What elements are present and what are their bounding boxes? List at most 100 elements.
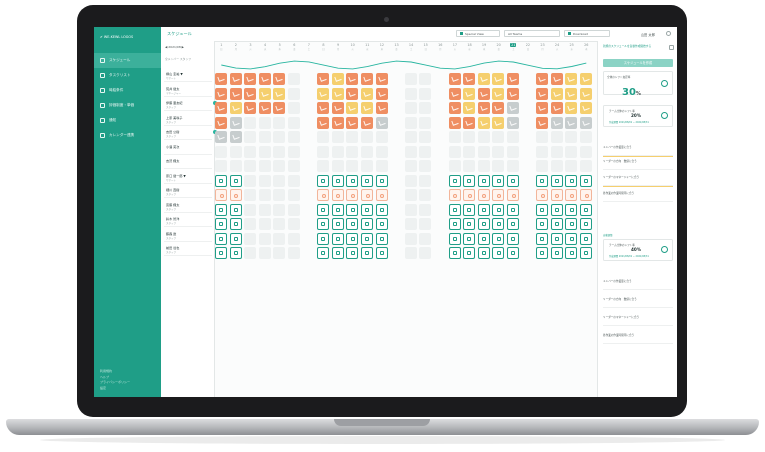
shift-cell[interactable] <box>419 145 432 158</box>
shift-cell[interactable] <box>565 87 578 100</box>
shift-cell[interactable] <box>463 174 476 187</box>
shift-cell[interactable] <box>448 203 461 216</box>
shift-cell[interactable] <box>375 116 388 129</box>
shift-cell[interactable] <box>317 247 330 259</box>
shift-cell[interactable] <box>361 174 373 187</box>
shift-cell[interactable] <box>346 160 359 172</box>
shift-cell[interactable] <box>346 87 359 100</box>
shift-cell[interactable] <box>463 218 476 230</box>
shift-cell[interactable] <box>346 102 359 114</box>
shift-cell[interactable] <box>331 189 344 201</box>
shift-cell[interactable] <box>229 218 242 230</box>
day-header[interactable]: 5木 <box>272 42 287 55</box>
shift-cell[interactable] <box>273 174 286 187</box>
shift-cell[interactable] <box>273 116 286 129</box>
shift-cell[interactable] <box>331 160 344 172</box>
shift-cell[interactable] <box>331 87 344 100</box>
shift-cell[interactable] <box>331 102 344 114</box>
shift-cell[interactable] <box>448 145 461 158</box>
shift-cell[interactable] <box>361 145 373 158</box>
shift-cell[interactable] <box>448 247 461 259</box>
shift-cell[interactable] <box>565 73 578 85</box>
shift-cell[interactable] <box>448 218 461 230</box>
refresh-icon[interactable] <box>661 112 668 119</box>
shift-cell[interactable] <box>229 203 242 216</box>
shift-cell[interactable] <box>536 87 549 100</box>
day-header[interactable]: 24 火 <box>550 42 565 55</box>
shift-cell[interactable] <box>375 247 388 259</box>
shift-cell[interactable] <box>419 160 432 172</box>
shift-cell[interactable] <box>404 218 417 230</box>
shift-cell[interactable] <box>492 145 505 158</box>
shift-cell[interactable] <box>244 189 257 201</box>
shift-cell[interactable] <box>288 102 300 114</box>
shift-cell[interactable] <box>215 189 227 201</box>
team-select[interactable]: All Teams <box>504 30 560 37</box>
person-row[interactable]: 吉田 公樹 スタッフ <box>164 127 217 140</box>
day-header[interactable]: 11 水 <box>360 42 375 55</box>
sidebar-item-schedule[interactable]: スケジュール <box>94 53 161 68</box>
shift-cell[interactable] <box>492 73 505 85</box>
person-row[interactable]: 前田 達也 スタッフ <box>164 243 212 256</box>
shift-cell[interactable] <box>317 102 330 114</box>
download-button[interactable]: Download <box>564 30 610 37</box>
shift-cell[interactable] <box>580 145 592 158</box>
shift-cell[interactable] <box>448 116 461 129</box>
shift-cell[interactable] <box>477 189 490 201</box>
shift-cell[interactable] <box>331 73 344 85</box>
day-header[interactable]: 7土 <box>302 42 317 55</box>
shift-cell[interactable] <box>375 189 388 201</box>
shift-cell[interactable] <box>288 131 300 143</box>
shift-cell[interactable] <box>463 131 476 143</box>
shift-cell[interactable] <box>477 73 490 85</box>
shift-cell[interactable] <box>580 160 592 172</box>
shift-cell[interactable] <box>361 232 373 245</box>
shift-cell[interactable] <box>492 102 505 114</box>
shift-cell[interactable] <box>258 160 271 172</box>
shift-cell[interactable] <box>375 174 388 187</box>
shift-cell[interactable] <box>419 203 432 216</box>
shift-cell[interactable] <box>477 145 490 158</box>
person-row[interactable]: 伊藤 亜友紀 スタッフ <box>164 98 217 111</box>
footer-link-settings[interactable]: 設定 <box>100 386 130 392</box>
shift-cell[interactable] <box>419 218 432 230</box>
day-header[interactable]: 4水 <box>258 42 273 55</box>
person-row[interactable]: 小澤 英次 <box>164 142 212 155</box>
create-schedule-button[interactable]: スケジュールを作成 <box>603 59 673 67</box>
shift-cell[interactable] <box>463 160 476 172</box>
shift-cell[interactable] <box>258 87 271 100</box>
shift-cell[interactable] <box>477 160 490 172</box>
shift-cell[interactable] <box>288 87 300 100</box>
person-row[interactable]: 原口 健一郎 ▼ サポート <box>164 171 212 184</box>
shift-cell[interactable] <box>346 116 359 129</box>
shift-cell[interactable] <box>507 247 519 259</box>
footer-link-privacy[interactable]: プライバシーポリシー <box>100 380 130 386</box>
shift-cell[interactable] <box>477 247 490 259</box>
shift-cell[interactable] <box>463 87 476 100</box>
shift-cell[interactable] <box>346 174 359 187</box>
sidebar-item-wage[interactable]: 時給条件 <box>94 83 161 98</box>
shift-cell[interactable] <box>565 131 578 143</box>
shift-cell[interactable] <box>536 189 549 201</box>
shift-cell[interactable] <box>215 203 227 216</box>
shift-cell[interactable] <box>317 160 330 172</box>
shift-cell[interactable] <box>448 174 461 187</box>
shift-cell[interactable] <box>375 102 388 114</box>
shift-cell[interactable] <box>565 247 578 259</box>
shift-cell[interactable] <box>477 102 490 114</box>
day-header[interactable]: 19 木 <box>477 42 492 55</box>
shift-cell[interactable] <box>565 203 578 216</box>
shift-cell[interactable] <box>463 189 476 201</box>
shift-cell[interactable] <box>507 131 519 143</box>
shift-cell[interactable] <box>404 189 417 201</box>
shift-cell[interactable] <box>463 102 476 114</box>
shift-cell[interactable] <box>507 116 519 129</box>
shift-cell[interactable] <box>215 87 227 100</box>
shift-cell[interactable] <box>258 247 271 259</box>
shift-cell[interactable] <box>229 87 242 100</box>
shift-cell[interactable] <box>331 247 344 259</box>
shift-cell[interactable] <box>550 203 563 216</box>
shift-cell[interactable] <box>229 102 242 114</box>
shift-cell[interactable] <box>507 189 519 201</box>
month-navigator[interactable]: ◀ 2021/08 ▶ <box>165 45 184 49</box>
